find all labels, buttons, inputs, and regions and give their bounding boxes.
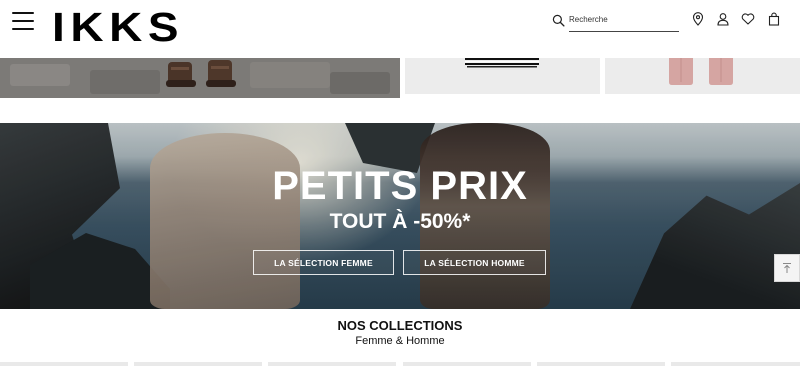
product-tile-striped[interactable] (405, 58, 600, 94)
collection-cards (0, 362, 800, 366)
collection-card[interactable] (134, 362, 262, 366)
ikks-logo[interactable]: IKKS (52, 5, 184, 49)
collection-card[interactable] (268, 362, 396, 366)
collections-title: NOS COLLECTIONS (337, 318, 463, 333)
collection-card[interactable] (537, 362, 665, 366)
collection-card[interactable] (671, 362, 800, 366)
search-bar[interactable] (552, 12, 679, 32)
product-tile-sandals[interactable] (0, 58, 400, 98)
collections-subtitle: Femme & Homme (355, 335, 445, 347)
collection-card[interactable] (0, 362, 128, 366)
account-icon[interactable] (716, 12, 730, 26)
sandals-image (166, 60, 236, 87)
store-locator-icon[interactable] (691, 12, 705, 26)
women-selection-button[interactable]: LA SÉLECTION FEMME (253, 250, 394, 275)
scroll-to-top-button[interactable] (774, 254, 800, 282)
search-icon[interactable] (552, 14, 565, 27)
collection-card[interactable] (403, 362, 531, 366)
product-strip (0, 58, 800, 98)
wishlist-icon[interactable] (741, 12, 755, 26)
men-selection-button[interactable]: LA SÉLECTION HOMME (403, 250, 546, 275)
product-tile-pink-trousers[interactable] (605, 58, 800, 94)
hero-banner[interactable]: PETITS PRIX TOUT À -50%* LA SÉLECTION FE… (0, 123, 800, 309)
hero-title: PETITS PRIX (272, 164, 528, 208)
menu-icon[interactable] (12, 12, 34, 30)
arrow-up-icon (783, 263, 791, 273)
search-input[interactable] (569, 12, 679, 32)
pink-trousers-image (669, 58, 733, 85)
striped-garment-image (465, 58, 539, 68)
hero-subtitle: TOUT À -50%* (329, 210, 471, 233)
shopping-bag-icon[interactable] (767, 12, 781, 26)
site-header: IKKS (0, 0, 800, 58)
